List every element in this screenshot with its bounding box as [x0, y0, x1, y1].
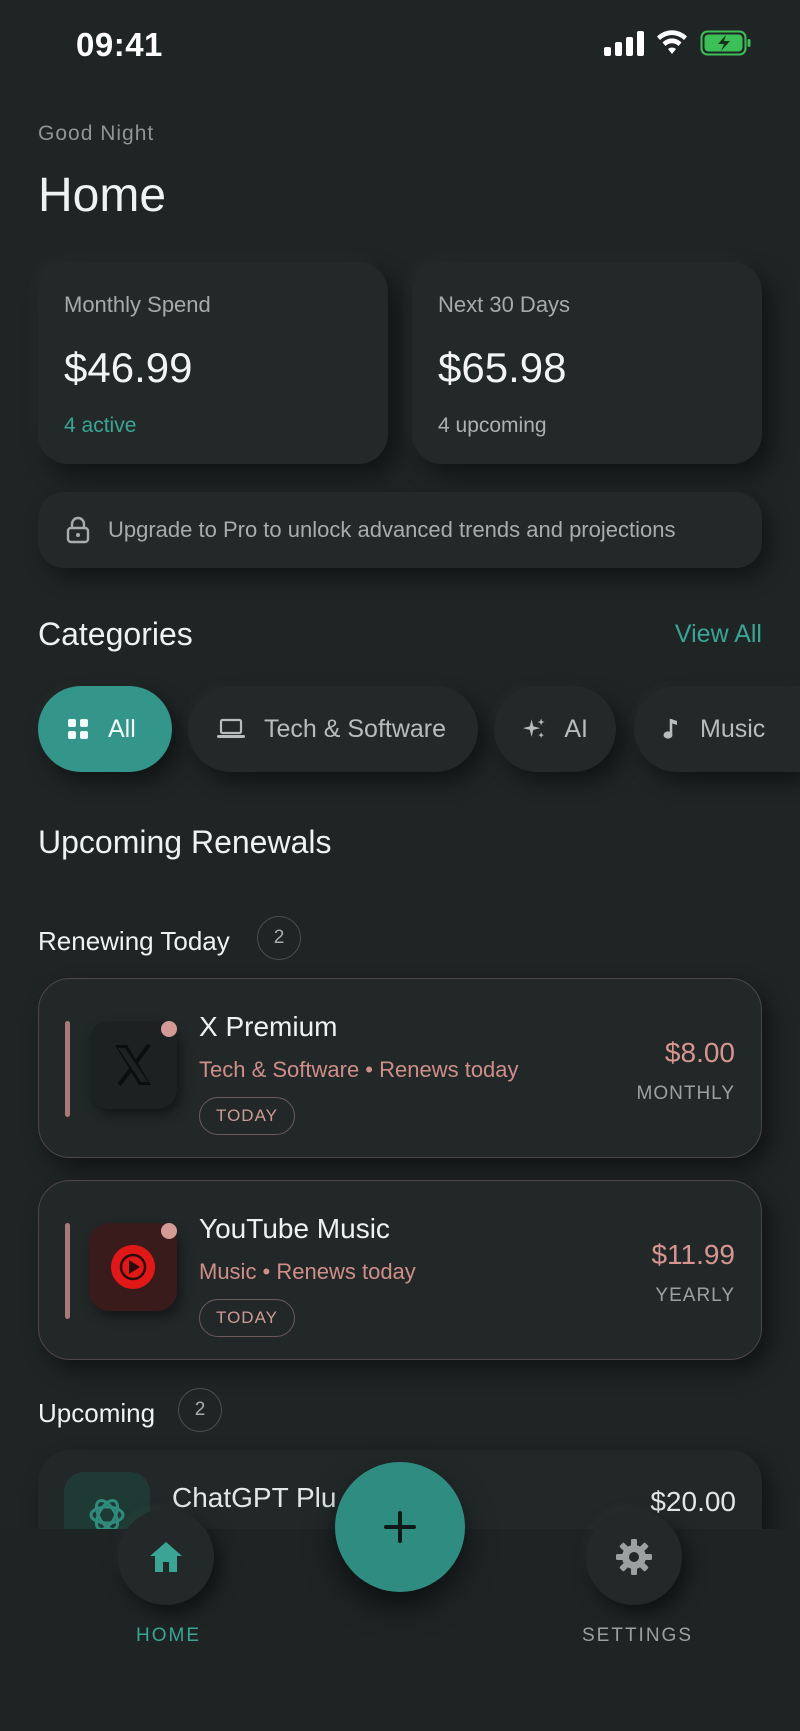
grid-icon: [68, 719, 88, 739]
home-screen: 09:41 Good Night Home Monthly Spend $46.…: [0, 0, 800, 1731]
accent-bar: [65, 1021, 70, 1117]
renewal-card-x-premium[interactable]: X Premium Tech & Software • Renews today…: [38, 978, 762, 1158]
stat-label: Monthly Spend: [64, 292, 211, 317]
renewal-price: $11.99: [651, 1239, 735, 1270]
stat-label: Next 30 Days: [438, 292, 571, 317]
chip-label: AI: [564, 714, 588, 743]
page-title: Home: [38, 169, 167, 222]
battery-charging-icon: [700, 30, 751, 56]
stat-sub: 4 upcoming: [438, 414, 547, 437]
category-chip-tech-software[interactable]: Tech & Software: [188, 686, 478, 772]
settings-tab-label[interactable]: SETTINGS: [582, 1625, 693, 1647]
renewal-card-youtube-music[interactable]: YouTube Music Music • Renews today TODAY…: [38, 1180, 762, 1360]
settings-tab-button[interactable]: [586, 1509, 682, 1605]
status-dot: [161, 1021, 177, 1037]
add-subscription-button[interactable]: [335, 1462, 465, 1592]
upcoming-label: Upcoming: [38, 1398, 156, 1428]
chip-label: All: [108, 714, 136, 743]
gear-icon: [616, 1539, 652, 1575]
cellular-signal-icon: [604, 30, 644, 56]
accent-bar: [65, 1223, 70, 1319]
chip-label: Music: [700, 714, 766, 743]
next-30-days-card[interactable]: Next 30 Days $65.98 4 upcoming: [412, 262, 762, 464]
status-dot: [161, 1223, 177, 1239]
view-all-link[interactable]: View All: [675, 620, 762, 649]
renewal-subtitle: Music • Renews today: [199, 1259, 416, 1284]
music-note-icon: [663, 719, 677, 739]
status-time: 09:41: [76, 26, 163, 63]
sparkles-icon: [522, 718, 545, 738]
renewal-name: ChatGPT Plu: [172, 1482, 337, 1513]
upcoming-renewals-title: Upcoming Renewals: [38, 824, 332, 860]
home-icon: [150, 1542, 182, 1572]
renewal-name: X Premium: [199, 1011, 338, 1042]
renewal-name: YouTube Music: [199, 1213, 390, 1244]
renewal-subtitle: Tech & Software • Renews today: [199, 1057, 519, 1082]
renewal-price: $8.00: [664, 1037, 735, 1068]
renewing-today-label: Renewing Today: [38, 926, 230, 956]
category-chip-ai[interactable]: AI: [494, 686, 616, 772]
stat-value: $46.99: [64, 344, 193, 391]
monthly-spend-card[interactable]: Monthly Spend $46.99 4 active: [38, 262, 388, 464]
stat-sub: 4 active: [64, 414, 137, 437]
upgrade-pro-text: Upgrade to Pro to unlock advanced trends…: [108, 517, 676, 542]
renewing-today-count: 2: [257, 916, 301, 960]
category-chip-all[interactable]: All: [38, 686, 172, 772]
wifi-icon: [657, 30, 687, 54]
chip-label: Tech & Software: [264, 714, 447, 743]
plus-icon: [384, 1511, 416, 1543]
stat-value: $65.98: [438, 344, 567, 391]
today-tag: TODAY: [199, 1299, 295, 1337]
status-icons: [604, 30, 752, 56]
greeting-text: Good Night: [38, 122, 155, 145]
category-chip-music[interactable]: Music: [634, 686, 800, 772]
renewal-cycle: MONTHLY: [636, 1083, 735, 1104]
upcoming-count: 2: [178, 1388, 222, 1432]
home-tab-button[interactable]: [118, 1509, 214, 1605]
lock-icon: [66, 516, 90, 544]
home-tab-label[interactable]: HOME: [136, 1625, 201, 1647]
laptop-icon: [217, 718, 245, 738]
renewal-price: $20.00: [650, 1486, 736, 1517]
upgrade-pro-banner[interactable]: Upgrade to Pro to unlock advanced trends…: [38, 492, 762, 568]
renewal-cycle: YEARLY: [655, 1285, 735, 1306]
today-tag: TODAY: [199, 1097, 295, 1135]
categories-title: Categories: [38, 616, 193, 652]
